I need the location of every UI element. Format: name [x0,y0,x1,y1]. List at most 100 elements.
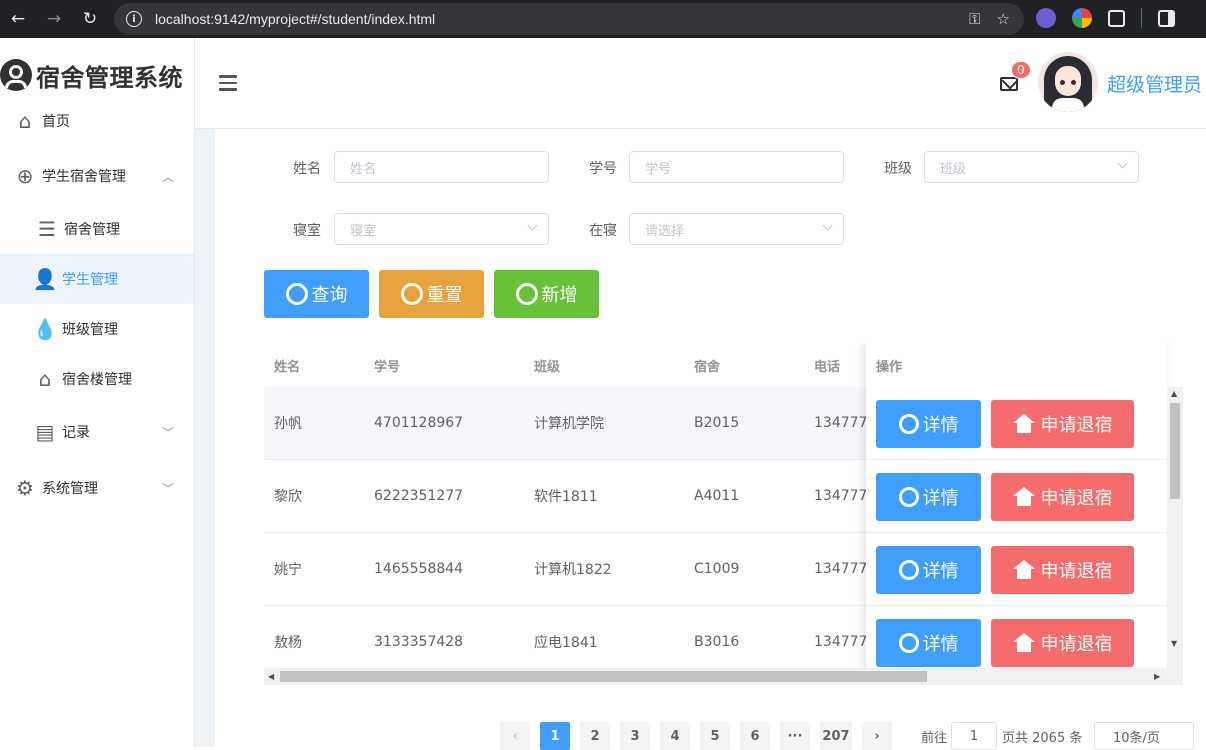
cell-name: 孙帆 [274,416,302,432]
cell-number: 4701128967 [374,415,464,431]
main-content: 姓名 姓名 学号 学号 班级 班级 寝室 寝室 在寝 请选择 查询 重置 新增 … [195,129,1206,750]
search-icon [898,560,919,580]
house-icon: ⌂ [38,367,52,391]
sidebar-item-student-dorm[interactable]: ⊕ 学生宿舍管理 ︿ [0,151,194,201]
cell-dorm: C1009 [694,561,740,577]
checkout-button[interactable]: 申请退宿 [991,546,1134,594]
sidebar-item-system[interactable]: ⚙ 系统管理 ﹀ [0,463,194,513]
search-button-label: 查询 [311,285,348,306]
avatar[interactable] [1038,52,1098,112]
menu-toggle-icon[interactable] [219,75,237,95]
scroll-down-icon[interactable]: ▼ [1171,639,1177,648]
actions-row: 详情 申请退宿 [866,387,1167,460]
prev-page-button[interactable]: ‹ [500,722,530,750]
search-icon [898,487,919,507]
actions-row: 详情 申请退宿 [866,533,1167,606]
cell-phone: 134777 [814,561,868,577]
sidebar-item-label: 宿舍管理 [64,222,120,238]
detail-button[interactable]: 详情 [876,400,981,448]
table-horizontal-scrollbar[interactable]: ◀ ▶ [264,668,1183,685]
back-icon[interactable]: ← [0,0,36,38]
number-placeholder: 学号 [645,161,672,177]
name-input[interactable]: 姓名 [334,151,549,183]
forward-icon[interactable]: → [36,0,72,38]
app-logo: 宿舍管理系统 [0,58,183,92]
page-button[interactable]: 5 [700,722,730,750]
sidebar-item-home[interactable]: ⌂ 首页 [0,96,194,146]
sidebar-item-label: 班级管理 [62,322,118,338]
column-header-number: 学号 [374,359,401,375]
page-button[interactable]: 1 [540,722,570,750]
page-size-select[interactable]: 10条/页 [1094,722,1194,750]
star-icon[interactable]: ☆ [997,10,1010,28]
user-circle-icon [0,59,32,91]
detail-button[interactable]: 详情 [876,619,981,667]
extension-icon[interactable] [1036,8,1056,28]
detail-button-label: 详情 [922,488,959,509]
search-icon [285,283,308,305]
extension-color-icon[interactable] [1072,8,1092,28]
scroll-right-icon[interactable]: ▶ [1154,672,1160,681]
site-info-icon[interactable]: i [126,11,142,27]
detail-button[interactable]: 详情 [876,546,981,594]
detail-button[interactable]: 详情 [876,473,981,521]
house-icon [1012,632,1035,652]
sidebar-item-label: 系统管理 [42,481,98,497]
sidebar-item-class[interactable]: 💧 班级管理 [0,304,194,354]
scroll-up-icon[interactable]: ▲ [1171,389,1177,398]
number-label: 学号 [589,161,617,177]
page-button[interactable]: 6 [740,722,770,750]
key-icon[interactable]: ⚿ [969,10,980,28]
cell-class: 计算机1822 [534,562,612,578]
class-select[interactable]: 班级 [924,151,1139,183]
checkout-button[interactable]: 申请退宿 [991,400,1134,448]
search-button[interactable]: 查询 [264,270,369,318]
instay-select[interactable]: 请选择 [629,213,844,245]
cell-class: 软件1811 [534,489,598,505]
address-bar[interactable]: i localhost:9142/myproject#/student/inde… [114,3,1024,35]
refresh-icon [400,283,423,305]
scroll-left-icon[interactable]: ◀ [268,672,274,681]
sidebar-item-dorm[interactable]: ☰ 宿舍管理 [0,204,194,254]
top-header: 0 超级管理员 [195,38,1206,129]
page-button[interactable]: 207 [820,722,852,750]
table-vertical-scrollbar[interactable]: ▲ ▼ [1167,387,1183,685]
dorm-select[interactable]: 寝室 [334,213,549,245]
page-button[interactable]: 2 [580,722,610,750]
side-panel-icon[interactable] [1158,9,1175,27]
url-text[interactable]: localhost:9142/myproject#/student/index.… [155,11,435,27]
page-button[interactable]: 3 [620,722,650,750]
detail-button-label: 详情 [922,561,959,582]
sidebar-item-records[interactable]: ▤ 记录 ﹀ [0,407,194,457]
puzzle-icon[interactable] [1108,9,1125,27]
sidebar-item-student[interactable]: 👤 学生管理 [0,254,194,304]
number-input[interactable]: 学号 [629,151,844,183]
checkout-button[interactable]: 申请退宿 [991,619,1134,667]
more-pages-button[interactable]: ··· [780,722,810,750]
detail-button-label: 详情 [922,415,959,436]
scrollbar-thumb[interactable] [280,671,927,682]
scrollbar-thumb[interactable] [1170,403,1180,499]
next-page-button[interactable]: › [862,722,892,750]
app-title: 宿舍管理系统 [36,63,183,92]
mail-icon[interactable] [1000,77,1018,91]
chevron-down-icon [822,220,833,231]
chevron-down-icon: ﹀ [161,425,174,440]
add-button[interactable]: 新增 [494,270,599,318]
checkout-button[interactable]: 申请退宿 [991,473,1134,521]
message-badge: 0 [1011,61,1031,79]
instay-label: 在寝 [589,223,617,239]
sidebar-item-label: 学生宿舍管理 [42,169,126,185]
add-button-label: 新增 [541,285,578,306]
search-icon [898,633,919,653]
page-button[interactable]: 4 [660,722,690,750]
cell-number: 1465558844 [374,561,464,577]
class-placeholder: 班级 [940,161,967,177]
username[interactable]: 超级管理员 [1107,70,1202,97]
name-label: 姓名 [293,161,321,177]
reset-button[interactable]: 重置 [379,270,484,318]
reload-icon[interactable]: ↻ [72,0,108,38]
goto-page-input[interactable]: 1 [951,722,997,750]
chevron-down-icon: ﹀ [161,481,174,496]
sidebar-item-building[interactable]: ⌂ 宿舍楼管理 [0,354,194,404]
